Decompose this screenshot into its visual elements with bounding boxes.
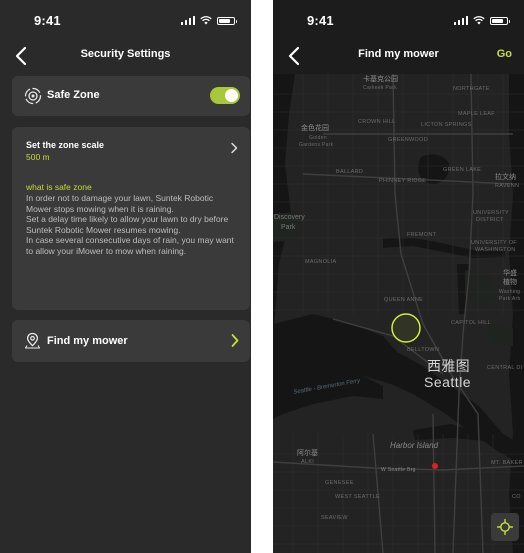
map-label: CROWN HILL [358,119,396,125]
locate-button[interactable] [491,513,519,541]
battery-icon [217,17,237,25]
find-my-mower-label: Find my mower [47,335,128,347]
map-label: Harbor Island [390,441,439,450]
battery-icon [490,17,510,25]
locate-icon [497,519,513,535]
nav-bar: Security Settings [0,40,251,72]
map-label: WEST SEATTLE [335,494,380,500]
status-icons [453,15,510,25]
map-label: 华盛 [503,270,517,277]
map-label: Washing [499,289,521,295]
map-view[interactable]: 卡基克公园 Carkeek Park NORTHGATE MAPLE LEAF … [273,74,524,553]
map-label: QUEEN ANNE [384,297,424,303]
status-time: 9:41 [34,13,61,28]
find-my-mower-row[interactable]: Find my mower [12,320,250,362]
wifi-icon [200,16,212,25]
signal-icon [180,15,195,25]
map-label: Park Arb [499,296,521,302]
map-label: ALKI [301,459,315,465]
info-paragraph: In order not to damage your lawn, Suntek… [26,193,214,214]
map-label: RAVENN [495,183,520,189]
safe-zone-info-text: In order not to damage your lawn, Suntek… [26,193,240,256]
mower-location-marker[interactable] [432,463,438,469]
info-paragraph: Set a delay time likely to allow your la… [26,214,229,235]
wifi-icon [473,16,485,25]
map-label: NORTHGATE [453,86,490,92]
map-label: SEAVIEW [321,515,348,521]
geofence-circle [391,313,421,343]
zone-scale-card: Set the zone scale 500 m what is safe zo… [12,127,250,310]
safe-zone-icon [24,87,42,105]
zone-scale-value: 500 m [26,152,50,162]
map-label: CENTRAL DI [487,365,523,371]
info-paragraph: In case several consecutive days of rain… [26,235,234,256]
map-label: Golden [309,135,327,141]
map-label: CO [512,494,521,500]
signal-icon [453,15,468,25]
go-button[interactable]: Go [497,48,512,60]
map-label: LICTON SPRINGS [421,122,472,128]
map-label: Gardens Park [299,142,334,148]
map-label: 卡基克公园 [363,76,398,83]
map-label: UNIVERSITY [473,210,510,216]
security-settings-screen: 9:41 Security Settings Safe Zone Set the… [0,0,251,553]
chevron-right-icon [231,334,239,347]
map-label: Park [281,224,296,231]
page-title: Security Settings [80,48,171,60]
map-label: Discovery [274,214,305,221]
status-bar: 9:41 [273,0,524,40]
chevron-right-icon[interactable] [230,142,238,154]
map-label: MT. BAKER [491,460,523,466]
nav-bar: Find my mower Go [273,40,524,72]
map-label: CAPITOL HILL [451,320,491,326]
find-my-mower-screen: 9:41 Find my mower Go 卡基克公园 Carkeek Park… [273,0,524,553]
safe-zone-info-title: what is safe zone [26,182,92,192]
map-label: BELLTOWN [407,347,440,353]
safe-zone-toggle[interactable] [210,87,240,104]
status-bar: 9:41 [0,0,251,40]
safe-zone-label: Safe Zone [47,89,100,101]
map-label: 西雅图 [427,358,470,374]
zone-scale-title: Set the zone scale [26,140,105,150]
map-label: GENESEE [325,480,354,486]
map-label: Seattle [424,374,472,390]
map-label: W Seattle Brg [381,467,416,473]
location-pin-icon [24,332,41,349]
map-label: FREMONT [407,232,437,238]
map-label: UNIVERSITY OF [471,240,517,246]
map-label: PHINNEY RIDGE [379,178,427,184]
map-label: MAGNOLIA [305,259,337,265]
map-label: 植物 [503,279,517,286]
page-title: Find my mower [358,48,439,60]
map-label: GREENWOOD [388,137,428,143]
map-label: GREEN LAKE [443,167,482,173]
safe-zone-row: Safe Zone [12,76,250,116]
status-time: 9:41 [307,13,334,28]
map-label: MAPLE LEAF [458,111,495,117]
map-label: Carkeek Park [363,85,397,91]
status-icons [180,15,237,25]
map-label: 金色花园 [301,125,329,132]
map-label: WASHINGTON [475,247,516,253]
map-label: 阿尔基 [297,450,318,457]
map-label: BALLARD [336,169,364,175]
map-label: 拉文纳 [495,174,516,181]
map-label: DISTRICT [476,217,504,223]
